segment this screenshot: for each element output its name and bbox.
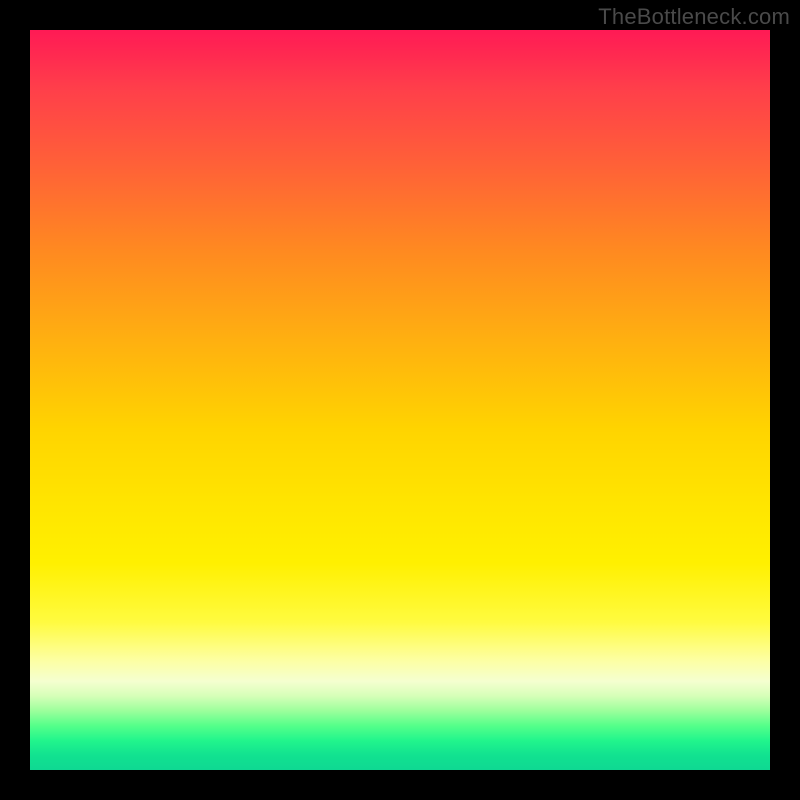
- plot-area: [30, 30, 770, 770]
- background-gradient: [30, 30, 770, 770]
- watermark-text: TheBottleneck.com: [598, 4, 790, 30]
- chart-frame: TheBottleneck.com: [0, 0, 800, 800]
